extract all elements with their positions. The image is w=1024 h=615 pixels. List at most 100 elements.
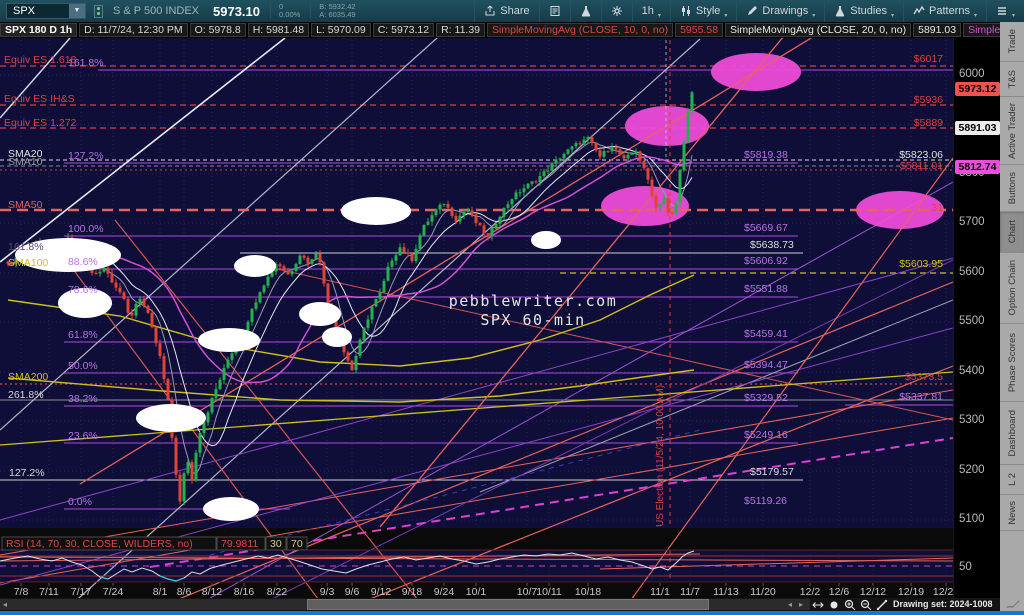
- toolbar-gear-button[interactable]: [600, 0, 632, 22]
- sidebar-tab-news[interactable]: News: [1000, 495, 1024, 531]
- white-ellipse[interactable]: [341, 197, 411, 225]
- date-axis-labels: 7/8 7/11 7/17 7/24 8/1 8/6 8/12 8/16 8/22 9/3 9/6 9…: [14, 583, 953, 598]
- sidebar-tab-buttons[interactable]: Buttons: [1000, 165, 1024, 212]
- toolbar-list-button[interactable]: ▾: [985, 0, 1024, 22]
- sidebar-tab-label: T&S: [1006, 69, 1018, 89]
- ohlc-field: D: 11/7/24, 12:30 PM: [79, 23, 188, 37]
- white-ellipse[interactable]: [299, 302, 341, 326]
- sidebar-tab-label: Option Chain: [1006, 260, 1018, 316]
- sidebar-tab-trade[interactable]: Trade: [1000, 22, 1024, 62]
- notes-icon: [550, 6, 560, 16]
- toolbar-notes-button[interactable]: [538, 0, 570, 22]
- scrollbar-thumb[interactable]: [307, 599, 709, 610]
- toolbar-studies-button[interactable]: Studies ▾: [824, 0, 903, 22]
- level-label: 50.0%: [68, 360, 98, 372]
- white-ellipse[interactable]: [198, 328, 260, 352]
- rsi-oversold-level: 30: [270, 538, 282, 550]
- dot-icon[interactable]: [828, 598, 840, 611]
- level-label: 23.6%: [68, 430, 98, 442]
- rsi-study-label: RSI (14, 70, 30, CLOSE, WILDERS, no): [6, 538, 193, 550]
- symbol-value: SPX: [13, 5, 36, 17]
- sidebar-tab-l-2[interactable]: L 2: [1000, 465, 1024, 495]
- toolbar-flask-button[interactable]: [569, 0, 601, 22]
- drawing-set-selector[interactable]: Drawing set: 2024-1008: [893, 599, 993, 609]
- sidebar-tab-label: Trade: [1006, 29, 1018, 54]
- sidebar-tab-label: News: [1006, 500, 1018, 525]
- level-label: $5603.95: [899, 258, 943, 270]
- level-label: 127.2%: [68, 150, 104, 162]
- level-label: 0.0%: [68, 496, 92, 508]
- pan-right-icon[interactable]: ▸: [799, 598, 803, 611]
- draw-line-icon[interactable]: [876, 598, 888, 611]
- index-name: S & P 500 INDEX: [113, 5, 200, 17]
- toolbar-share-button[interactable]: Share: [474, 0, 538, 22]
- study-value: 5955.58: [675, 23, 724, 37]
- last-price: 5973.10: [213, 3, 261, 19]
- double-arrow-icon[interactable]: [812, 598, 824, 611]
- toolbar-patterns-button[interactable]: Patterns ▾: [903, 0, 986, 22]
- gear-icon: [611, 6, 622, 16]
- white-ellipse[interactable]: [531, 231, 561, 249]
- chart-info-bar: SPX 180 D 1h D: 11/7/24, 12:30 PM O: 5978…: [0, 22, 1024, 38]
- toolbar-drawings-button[interactable]: Drawings ▾: [736, 0, 824, 22]
- level-label: 38.2%: [68, 393, 98, 405]
- date-tick-label: 11/1: [650, 586, 670, 598]
- level-label: $5373.5: [905, 371, 943, 383]
- white-ellipse[interactable]: [203, 497, 259, 521]
- sidebar-tab-active-trader[interactable]: Active Trader: [1000, 97, 1024, 165]
- toolbar-1h-button[interactable]: 1h ▾: [631, 0, 670, 22]
- sidebar-tab-option-chain[interactable]: Option Chain: [1000, 253, 1024, 324]
- study-label[interactable]: SimpleMovingAvg (CLOSE, 20, 0, no): [725, 23, 912, 37]
- white-ellipse[interactable]: [234, 255, 276, 277]
- date-tick-label: 12/2: [800, 586, 821, 598]
- level-label: $5337.81: [899, 391, 943, 403]
- date-tick-label: 7/8: [14, 586, 29, 598]
- flask-icon: [581, 6, 590, 17]
- level-label: $5638.73: [750, 239, 794, 251]
- sidebar-tab-chart[interactable]: Chart: [1000, 212, 1024, 253]
- zoom-out-icon[interactable]: [860, 598, 872, 611]
- symbol-link-icon[interactable]: [94, 4, 103, 18]
- study-fields: SimpleMovingAvg (CLOSE, 10, 0, no) 5955.5…: [487, 23, 1024, 37]
- level-label: SMA50: [8, 199, 43, 211]
- level-label: $5119.26: [744, 495, 787, 507]
- toolbar-style-button[interactable]: Style ▾: [669, 0, 736, 22]
- level-label: SMA200: [8, 371, 48, 383]
- price-axis[interactable]: 6000580057005600550054005300520051005059…: [953, 38, 1000, 598]
- level-label: 31: [931, 202, 943, 214]
- thinkorswim-window: SPX ▼ S & P 500 INDEX 5973.10 0 0.00% B:…: [0, 0, 1024, 615]
- study-label[interactable]: SimpleMovingAvg (CLOSE, 10, 0, no): [487, 23, 674, 37]
- zoom-in-icon[interactable]: [844, 598, 856, 611]
- zoom-in-icon: [844, 599, 856, 610]
- price-chart-canvas[interactable]: US Election (11/5/24, 10:00 AM) pebblewri…: [0, 38, 953, 598]
- window-bottom-edge: [0, 611, 1024, 615]
- symbol-dropdown[interactable]: SPX ▼: [6, 3, 86, 19]
- price-bubble: 5891.03: [955, 121, 1000, 135]
- price-tick-label: 5400: [959, 365, 985, 377]
- rsi-header: RSI (14, 70, 30, CLOSE, WILDERS, no) 79.9…: [1, 536, 308, 551]
- price-tick-label: 5200: [959, 464, 985, 476]
- ohlc-fields: D: 11/7/24, 12:30 PM O: 5978.8 H: 5981.48 L…: [79, 23, 487, 37]
- chevron-down-icon: ▾: [724, 13, 728, 19]
- level-label: 100.0%: [68, 223, 104, 235]
- chart-title-bar: SPX ▼ S & P 500 INDEX 5973.10 0 0.00% B:…: [0, 0, 1024, 22]
- pan-left-icon[interactable]: ◂: [3, 598, 7, 611]
- white-ellipse[interactable]: [322, 327, 352, 347]
- level-label: Equiv ES 1.272: [4, 117, 77, 129]
- draw-line-icon: [876, 599, 888, 610]
- chevron-down-icon: ▾: [973, 13, 977, 19]
- date-tick-label: 9/12: [371, 586, 392, 598]
- date-tick-label: 10/11: [536, 586, 562, 598]
- sidebar-tab-label: Chart: [1006, 220, 1018, 244]
- sidebar-tab-label: Dashboard: [1006, 409, 1018, 457]
- series-descriptor: SPX 180 D 1h: [0, 23, 78, 37]
- toolbar-label: Share: [500, 5, 530, 17]
- white-ellipse[interactable]: [136, 404, 206, 432]
- chevron-down-icon[interactable]: ▼: [69, 4, 85, 18]
- level-label: $5936: [914, 94, 943, 106]
- date-tick-label: 10/1: [466, 586, 487, 598]
- sidebar-tab-dashboard[interactable]: Dashboard: [1000, 402, 1024, 465]
- sidebar-tab-t-s[interactable]: T&S: [1000, 62, 1024, 97]
- pan-left-icon[interactable]: ◂: [788, 598, 792, 611]
- sidebar-tab-phase-scores[interactable]: Phase Scores: [1000, 324, 1024, 402]
